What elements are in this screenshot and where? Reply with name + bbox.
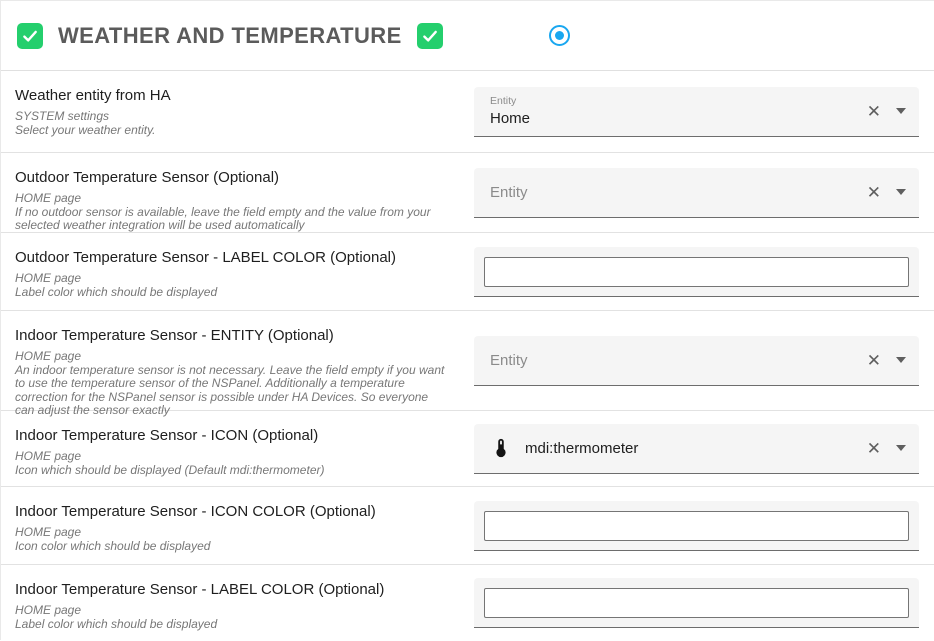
thermometer-icon — [490, 437, 512, 459]
indoor-temp-entity-select[interactable]: Entity ✕ — [474, 336, 919, 386]
clear-icon[interactable]: ✕ — [867, 352, 881, 369]
clear-icon[interactable]: ✕ — [867, 440, 881, 457]
outdoor-label-color-input[interactable] — [484, 257, 909, 287]
indoor-icon-color-input[interactable] — [484, 511, 909, 541]
clear-icon[interactable]: ✕ — [867, 184, 881, 201]
section-enabled-checkbox[interactable] — [17, 23, 43, 49]
field-placeholder: Entity — [490, 336, 528, 385]
outdoor-temp-entity-select[interactable]: Entity ✕ — [474, 168, 919, 218]
row-description: Icon color which should be displayed — [15, 540, 450, 554]
setting-row-weather-entity: Weather entity from HA SYSTEM settings S… — [1, 71, 934, 153]
row-context: HOME page — [15, 604, 450, 618]
row-description: An indoor temperature sensor is not nece… — [15, 364, 450, 418]
radio-dot — [555, 31, 564, 40]
row-description: Select your weather entity. — [15, 124, 450, 138]
field-label: Entity — [490, 95, 516, 107]
row-title: Outdoor Temperature Sensor - LABEL COLOR… — [15, 249, 450, 266]
chevron-down-icon[interactable] — [896, 357, 906, 363]
section-header: WEATHER AND TEMPERATURE — [1, 1, 934, 71]
row-title: Indoor Temperature Sensor - ICON (Option… — [15, 427, 450, 444]
row-title: Indoor Temperature Sensor - LABEL COLOR … — [15, 581, 450, 598]
row-description: Label color which should be displayed — [15, 286, 450, 300]
check-icon — [421, 27, 439, 45]
chevron-down-icon[interactable] — [896, 189, 906, 195]
row-title: Weather entity from HA — [15, 87, 450, 104]
section-title: WEATHER AND TEMPERATURE — [58, 23, 402, 49]
weather-temperature-settings-page: WEATHER AND TEMPERATURE Weather entity f… — [0, 0, 934, 640]
row-title: Indoor Temperature Sensor - ICON COLOR (… — [15, 503, 450, 520]
setting-row-indoor-icon-color: Indoor Temperature Sensor - ICON COLOR (… — [1, 487, 934, 565]
row-context: HOME page — [15, 192, 450, 206]
check-icon — [21, 27, 39, 45]
row-context: HOME page — [15, 450, 450, 464]
section-radio-button[interactable] — [549, 25, 570, 46]
chevron-down-icon[interactable] — [896, 108, 906, 114]
selected-value: mdi:thermometer — [525, 440, 638, 457]
setting-row-indoor-temp-entity: Indoor Temperature Sensor - ENTITY (Opti… — [1, 311, 934, 411]
row-description: If no outdoor sensor is available, leave… — [15, 206, 450, 233]
indoor-label-color-field — [474, 578, 919, 628]
section-secondary-checkbox[interactable] — [417, 23, 443, 49]
selected-value: Home — [490, 110, 530, 127]
weather-entity-select[interactable]: Entity Home ✕ — [474, 87, 919, 137]
clear-icon[interactable]: ✕ — [867, 103, 881, 120]
outdoor-label-color-field — [474, 247, 919, 297]
row-title: Indoor Temperature Sensor - ENTITY (Opti… — [15, 327, 450, 344]
setting-row-indoor-label-color: Indoor Temperature Sensor - LABEL COLOR … — [1, 565, 934, 641]
field-placeholder: Entity — [490, 168, 528, 217]
indoor-label-color-input[interactable] — [484, 588, 909, 618]
row-context: HOME page — [15, 350, 450, 364]
indoor-icon-color-field — [474, 501, 919, 551]
chevron-down-icon[interactable] — [896, 445, 906, 451]
setting-row-indoor-icon: Indoor Temperature Sensor - ICON (Option… — [1, 411, 934, 487]
setting-row-outdoor-label-color: Outdoor Temperature Sensor - LABEL COLOR… — [1, 233, 934, 311]
setting-row-outdoor-temp-entity: Outdoor Temperature Sensor (Optional) HO… — [1, 153, 934, 233]
row-context: HOME page — [15, 272, 450, 286]
row-context: HOME page — [15, 526, 450, 540]
row-description: Label color which should be displayed — [15, 618, 450, 632]
indoor-icon-select[interactable]: mdi:thermometer ✕ — [474, 424, 919, 474]
row-context: SYSTEM settings — [15, 110, 450, 124]
row-title: Outdoor Temperature Sensor (Optional) — [15, 169, 450, 186]
row-description: Icon which should be displayed (Default … — [15, 464, 450, 478]
